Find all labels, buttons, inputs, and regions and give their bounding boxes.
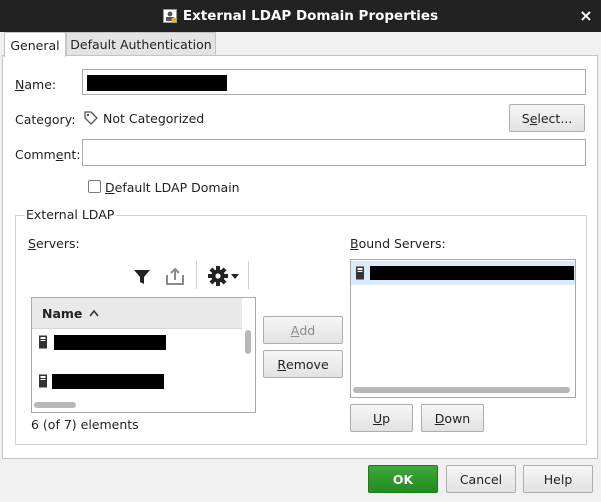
export-icon bbox=[166, 267, 184, 285]
servers-list-vertical-scrollbar[interactable] bbox=[245, 330, 251, 354]
window-title: External LDAP Domain Properties bbox=[0, 0, 601, 32]
server-icon bbox=[356, 266, 364, 280]
general-panel: Name: Category: Not Categorized Se lect..… bbox=[2, 55, 598, 459]
help-button[interactable]: Help bbox=[523, 465, 593, 493]
servers-label: Servers: bbox=[28, 236, 80, 251]
move-down-button[interactable]: Down bbox=[421, 404, 484, 432]
servers-list[interactable]: Name bbox=[31, 297, 256, 413]
tab-general[interactable]: General bbox=[4, 32, 66, 57]
remove-server-button[interactable]: Remove bbox=[263, 350, 343, 378]
toolbar-separator bbox=[196, 261, 197, 289]
bound-servers-horizontal-scrollbar[interactable] bbox=[353, 387, 570, 393]
title-bar: External LDAP Domain Properties × bbox=[0, 0, 601, 32]
external-ldap-group: External LDAP Servers: Name 6 (of 7) ele… bbox=[15, 207, 587, 445]
servers-list-header: Name bbox=[32, 298, 242, 329]
dialog: External LDAP Domain Properties × Genera… bbox=[0, 0, 601, 502]
tab-default-authentication[interactable]: Default Authentication bbox=[66, 32, 216, 56]
cancel-button[interactable]: Cancel bbox=[446, 465, 516, 493]
ldap-domain-icon bbox=[162, 9, 177, 23]
redacted-server-name bbox=[54, 334, 166, 350]
name-input[interactable] bbox=[82, 69, 586, 95]
select-category-button[interactable]: Se lect... bbox=[509, 104, 585, 132]
name-label: Name: bbox=[15, 77, 57, 92]
window-title-text: External LDAP Domain Properties bbox=[182, 8, 439, 24]
bound-servers-label: Bound Servers: bbox=[350, 236, 446, 251]
add-server-button[interactable]: Add bbox=[263, 316, 343, 344]
settings-menu-button[interactable] bbox=[206, 263, 244, 289]
server-icon bbox=[39, 335, 47, 349]
category-label: Category: bbox=[15, 112, 76, 127]
elements-count: 6 (of 7) elements bbox=[31, 417, 139, 432]
redacted-name-value bbox=[87, 75, 227, 91]
tab-default-authentication-label: Default Authentication bbox=[70, 37, 212, 52]
sort-ascending-icon bbox=[89, 309, 100, 317]
filter-icon bbox=[134, 270, 150, 284]
servers-list-horizontal-scrollbar[interactable] bbox=[34, 402, 76, 408]
redacted-server-name bbox=[52, 373, 164, 389]
close-icon: × bbox=[579, 5, 593, 25]
move-up-button[interactable]: Up bbox=[350, 404, 413, 432]
redacted-bound-server-name bbox=[370, 266, 574, 280]
bound-servers-list[interactable] bbox=[350, 259, 576, 398]
list-item[interactable] bbox=[32, 329, 242, 355]
list-item[interactable] bbox=[32, 368, 242, 394]
toolbar-separator-2 bbox=[248, 261, 249, 289]
tag-icon bbox=[84, 111, 98, 125]
default-ldap-domain-checkbox[interactable] bbox=[88, 180, 101, 193]
export-button[interactable] bbox=[162, 263, 188, 289]
comment-label: Comment: bbox=[15, 147, 81, 162]
name-column-header[interactable]: Name bbox=[42, 306, 82, 321]
close-button[interactable]: × bbox=[577, 5, 595, 25]
tab-general-label: General bbox=[10, 37, 60, 53]
filter-button[interactable] bbox=[129, 264, 155, 290]
default-ldap-domain-label: Default LDAP Domain bbox=[105, 180, 240, 195]
server-icon bbox=[39, 374, 47, 388]
dialog-footer: OK Cancel Help bbox=[0, 459, 601, 502]
category-value: Not Categorized bbox=[103, 111, 205, 126]
external-ldap-group-title: External LDAP bbox=[24, 207, 117, 222]
gear-icon bbox=[208, 266, 239, 286]
list-item[interactable] bbox=[351, 261, 575, 285]
comment-input[interactable] bbox=[82, 139, 586, 166]
ok-button[interactable]: OK bbox=[368, 465, 438, 493]
